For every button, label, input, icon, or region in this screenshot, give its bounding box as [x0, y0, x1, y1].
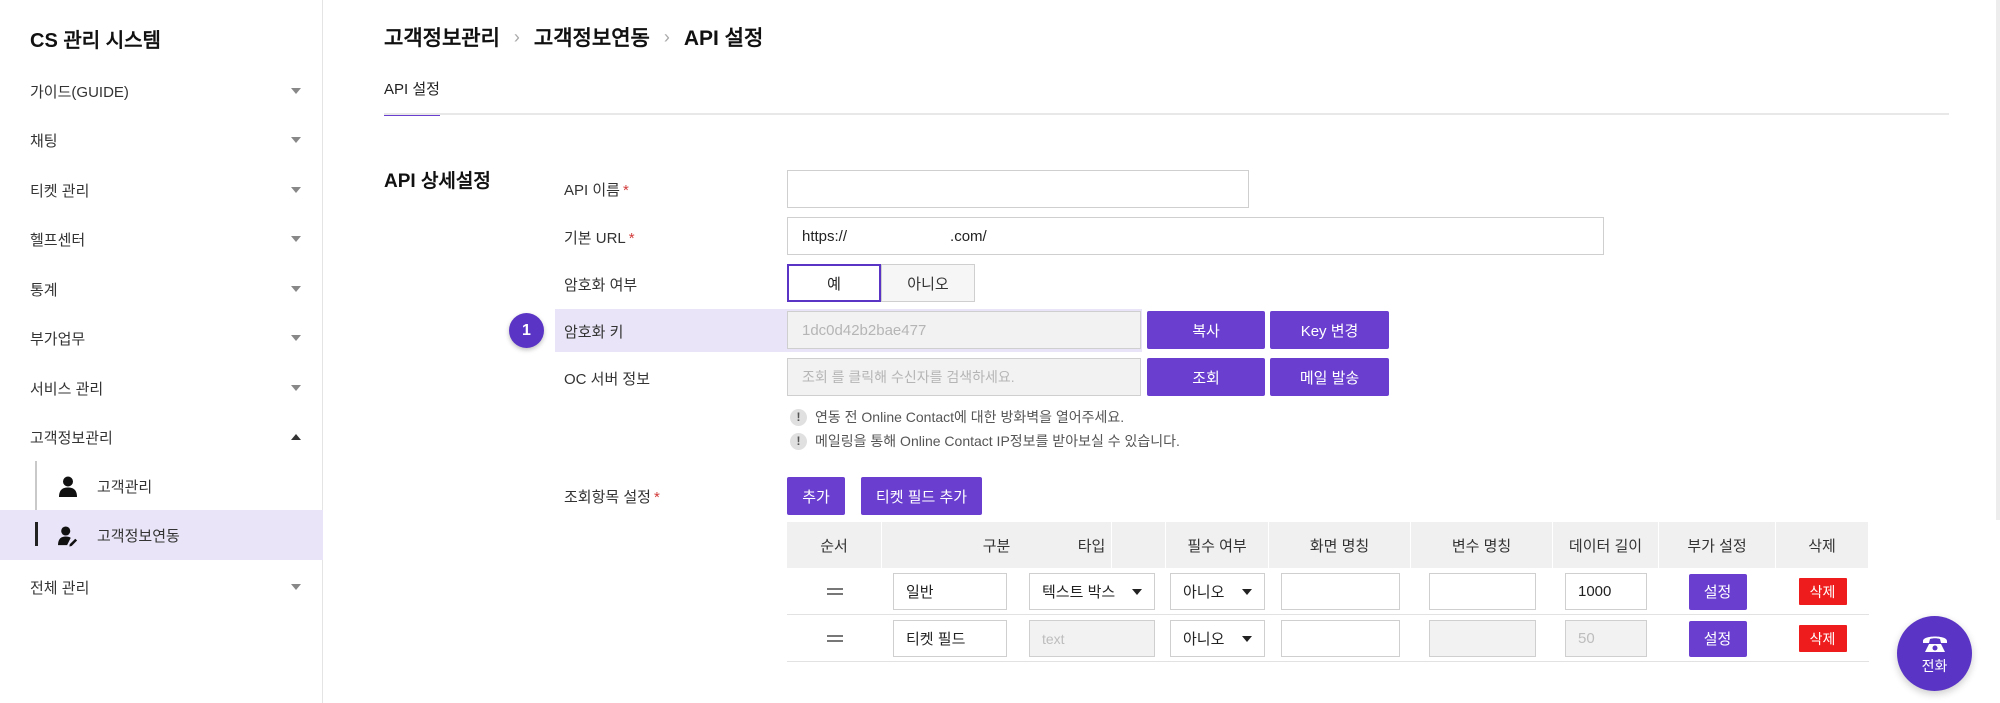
breadcrumb: 고객정보관리 › 고객정보연동 › API 설정 [384, 22, 763, 52]
column-header: 변수 명칭 [1411, 522, 1553, 568]
base-url-label: 기본 URL * [564, 230, 635, 247]
chevron-right-icon: › [663, 26, 670, 47]
api-name-input[interactable] [787, 170, 1249, 208]
add-button[interactable]: 추가 [787, 477, 845, 515]
notice-firewall: ! 연동 전 Online Contact에 대한 방화벽을 열어주세요. [790, 407, 1124, 427]
breadcrumb-item-current: API 설정 [683, 27, 764, 50]
column-header: 필수 여부 [1166, 522, 1269, 568]
copy-key-button[interactable]: 복사 [1147, 311, 1265, 349]
chevron-right-icon: › [513, 26, 520, 47]
column-header: 부가 설정 [1659, 522, 1776, 568]
encryption-key-input: 1dc0d42b2bae477 [787, 311, 1141, 349]
sidebar-item-chat[interactable]: 채팅 [0, 115, 323, 165]
table-row: 티켓 필드 text 아니오 50 설정 삭제 [787, 615, 1869, 662]
required-mark: * [653, 489, 660, 506]
screen-name-input[interactable] [1280, 620, 1400, 657]
encryption-yes-option[interactable]: 예 [787, 264, 881, 302]
oc-server-input[interactable]: 조회 를 클릭해 수신자를 검색하세요. [787, 358, 1141, 396]
chevron-down-icon [291, 187, 301, 193]
dropdown-arrow-icon [1132, 588, 1142, 595]
sidebar-item-stats[interactable]: 통계 [0, 264, 323, 314]
call-button[interactable]: 전화 [1897, 616, 1972, 691]
encryption-key-label: 암호화 키 [564, 324, 624, 341]
tab-api-settings[interactable]: API 설정 [384, 78, 440, 116]
lookup-button[interactable]: 조회 [1147, 358, 1265, 396]
screen-name-input[interactable] [1280, 573, 1400, 610]
sidebar-item-service-management[interactable]: 서비스 관리 [0, 363, 323, 413]
required-select[interactable]: 아니오 [1170, 573, 1265, 610]
chevron-down-icon [291, 88, 301, 94]
type-select[interactable]: 텍스트 박스 [1029, 573, 1155, 610]
tab-divider [384, 113, 1949, 115]
drag-handle-icon [826, 588, 843, 595]
info-icon: ! [790, 432, 807, 450]
encryption-label: 암호화 여부 [564, 277, 638, 294]
column-header: 삭제 [1776, 522, 1869, 568]
required-mark: * [628, 230, 635, 247]
table-header: 순서 구분 타입 필수 여부 화면 명칭 변수 명칭 데이터 길이 부가 설정 … [787, 522, 1869, 568]
section-title: API 상세설정 [384, 171, 491, 192]
notice-mailing: ! 메일링을 통해 Online Contact IP정보를 받아보실 수 있습… [790, 431, 1180, 451]
dropdown-arrow-icon [1242, 588, 1252, 595]
data-length-input[interactable]: 1000 [1565, 573, 1647, 610]
chevron-down-icon [291, 335, 301, 341]
data-length-input: 50 [1565, 620, 1647, 657]
chevron-down-icon [291, 137, 301, 143]
table-row: 일반 텍스트 박스 아니오 1000 설정 삭제 [787, 568, 1869, 615]
required-mark: * [622, 182, 629, 199]
category-input[interactable]: 일반 [893, 573, 1007, 610]
breadcrumb-item[interactable]: 고객정보관리 [384, 22, 500, 52]
add-ticket-field-button[interactable]: 티켓 필드 추가 [861, 477, 982, 515]
tree-line [35, 461, 37, 511]
send-mail-button[interactable]: 메일 발송 [1270, 358, 1389, 396]
sidebar-item-extra-tasks[interactable]: 부가업무 [0, 313, 323, 363]
sidebar-item-guide[interactable]: 가이드(GUIDE) [0, 66, 323, 116]
info-icon: ! [790, 408, 807, 426]
active-indicator [35, 522, 38, 546]
chevron-down-icon [291, 286, 301, 292]
app-title: CS 관리 시스템 [30, 30, 161, 52]
column-header: 데이터 길이 [1553, 522, 1659, 568]
query-items-label: 조회항목 설정 * [564, 489, 660, 506]
encryption-no-option[interactable]: 아니오 [881, 264, 975, 302]
sidebar-item-customer-info[interactable]: 고객정보관리 [0, 412, 323, 462]
phone-icon [1922, 636, 1947, 652]
chevron-down-icon [291, 236, 301, 242]
chevron-up-icon [291, 434, 301, 440]
user-icon [59, 476, 77, 497]
sidebar: CS 관리 시스템 가이드(GUIDE) 채팅 티켓 관리 헬프센터 통계 부가… [0, 0, 323, 703]
drag-handle-icon [826, 635, 843, 642]
column-header: 화면 명칭 [1269, 522, 1411, 568]
delete-button[interactable]: 삭제 [1798, 625, 1847, 652]
user-edit-icon [58, 526, 78, 547]
drag-handle[interactable] [787, 615, 882, 662]
change-key-button[interactable]: Key 변경 [1270, 311, 1389, 349]
base-url-input[interactable]: https:// .com/ [787, 217, 1604, 255]
setting-button[interactable]: 설정 [1688, 620, 1747, 657]
category-input[interactable]: 티켓 필드 [893, 620, 1007, 657]
sidebar-subitem-customer-management[interactable]: 고객관리 [0, 461, 323, 511]
api-name-label: API 이름 * [564, 182, 629, 199]
step-badge: 1 [509, 313, 544, 348]
oc-server-label: OC 서버 정보 [564, 371, 651, 388]
type-input: text [1029, 620, 1155, 657]
sidebar-item-helpcenter[interactable]: 헬프센터 [0, 214, 323, 264]
scrollbar[interactable] [1996, 0, 2000, 520]
column-header: 순서 [787, 522, 882, 568]
sidebar-subitem-customer-info-link[interactable]: 고객정보연동 [0, 510, 323, 560]
chevron-down-icon [291, 385, 301, 391]
variable-name-input[interactable] [1428, 573, 1536, 610]
variable-name-input [1428, 620, 1536, 657]
drag-handle[interactable] [787, 568, 882, 615]
breadcrumb-item[interactable]: 고객정보연동 [534, 22, 650, 52]
sidebar-item-all-management[interactable]: 전체 관리 [0, 562, 323, 612]
chevron-down-icon [291, 584, 301, 590]
setting-button[interactable]: 설정 [1688, 573, 1747, 610]
delete-button[interactable]: 삭제 [1798, 578, 1847, 605]
dropdown-arrow-icon [1242, 635, 1252, 642]
required-select[interactable]: 아니오 [1170, 620, 1265, 657]
column-header: 타입 [1018, 522, 1166, 568]
sidebar-item-tickets[interactable]: 티켓 관리 [0, 165, 323, 215]
